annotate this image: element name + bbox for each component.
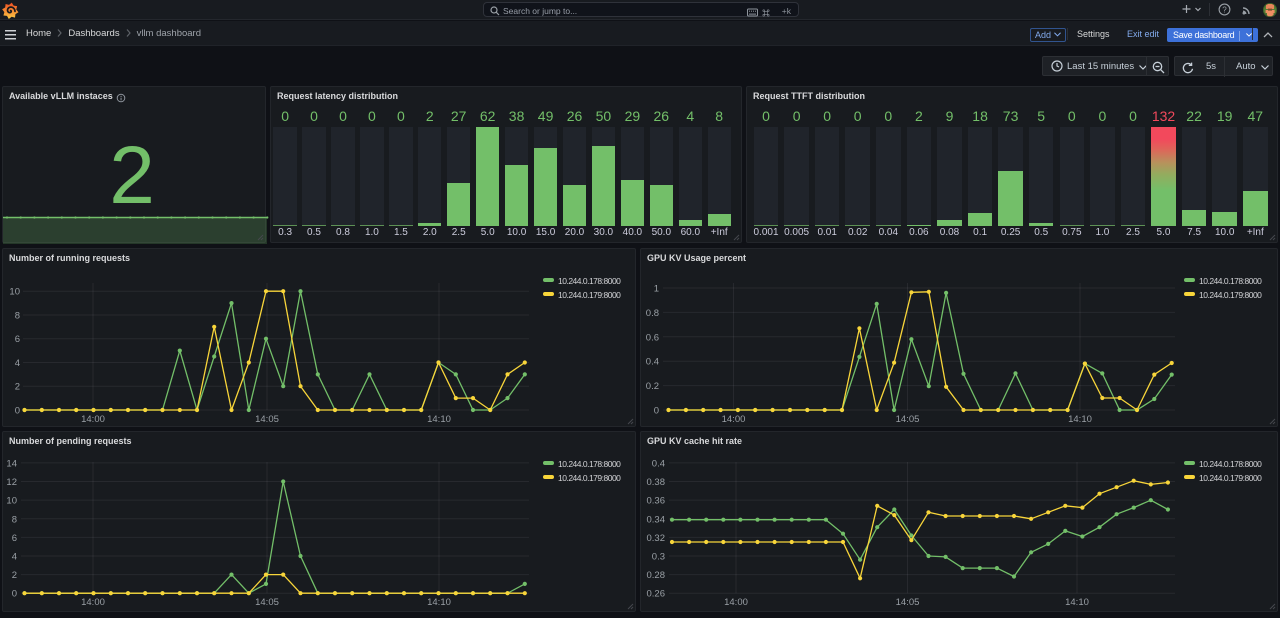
svg-text:0.26: 0.26 [647,589,666,600]
svg-text:0.2: 0.2 [646,381,659,392]
svg-text:0.28: 0.28 [647,570,666,581]
svg-text:0.4: 0.4 [646,357,659,368]
svg-text:14:05: 14:05 [255,597,279,608]
svg-text:14:00: 14:00 [81,414,105,425]
svg-text:4: 4 [15,358,20,369]
svg-text:10: 10 [6,496,17,507]
svg-text:2: 2 [15,382,20,393]
svg-text:14: 14 [6,458,17,469]
svg-text:?: ? [1222,5,1227,14]
svg-text:0: 0 [15,406,20,417]
svg-text:14:10: 14:10 [427,414,451,425]
svg-text:2: 2 [12,570,17,581]
svg-text:0.38: 0.38 [647,477,666,488]
svg-text:0.3: 0.3 [652,552,665,563]
svg-text:0.34: 0.34 [647,514,666,525]
svg-text:14:00: 14:00 [722,414,746,425]
svg-text:14:10: 14:10 [427,597,451,608]
svg-text:6: 6 [15,334,20,345]
svg-text:14:05: 14:05 [896,597,920,608]
svg-text:0.8: 0.8 [646,308,659,319]
svg-text:14:05: 14:05 [896,414,920,425]
svg-text:0.4: 0.4 [652,458,665,469]
svg-text:0.32: 0.32 [647,533,666,544]
svg-text:4: 4 [12,552,17,563]
svg-text:1: 1 [654,284,659,295]
svg-text:8: 8 [12,514,17,525]
svg-text:0: 0 [654,406,659,417]
svg-text:0.36: 0.36 [647,496,666,507]
svg-text:14:00: 14:00 [81,597,105,608]
svg-text:10: 10 [9,287,20,298]
svg-text:0: 0 [12,589,17,600]
svg-text:6: 6 [12,533,17,544]
svg-text:0.6: 0.6 [646,332,659,343]
svg-text:12: 12 [6,477,17,488]
svg-text:14:10: 14:10 [1065,597,1089,608]
svg-text:14:00: 14:00 [724,597,748,608]
svg-text:14:05: 14:05 [255,414,279,425]
svg-text:8: 8 [15,311,20,322]
svg-text:14:10: 14:10 [1068,414,1092,425]
